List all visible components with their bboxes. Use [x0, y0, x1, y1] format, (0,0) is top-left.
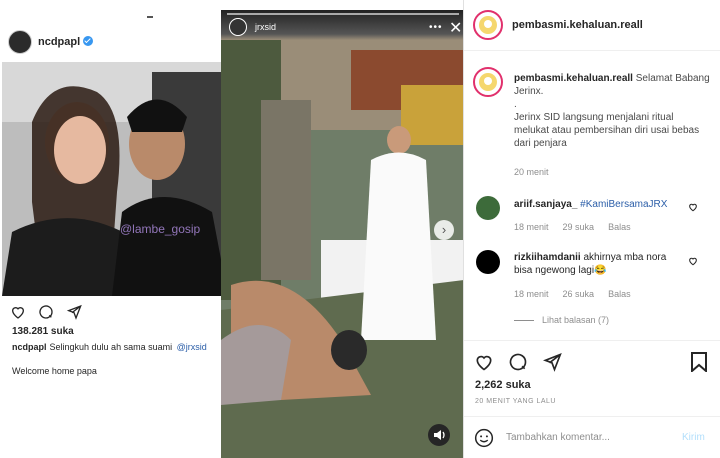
view-replies-label: Lihat balasan (7)	[542, 315, 610, 325]
post-caption: ncdpapl Selingkuh dulu ah sama suami @jrx…	[12, 342, 207, 352]
caption-time: 20 menit	[514, 167, 549, 177]
embedded-post: ncdpapl @lambe_gosip 138.281 suka ncdpap…	[2, 22, 228, 458]
speaker-icon	[434, 430, 445, 440]
panel-divider	[463, 0, 464, 458]
comment-meta: 18 menit 29 suka Balas	[514, 222, 631, 232]
caption-username[interactable]: ncdpapl	[12, 342, 47, 352]
post-comment-button[interactable]: Kirim	[682, 432, 705, 443]
comment-likes[interactable]: 26 suka	[563, 289, 595, 299]
input-divider	[464, 416, 720, 417]
comment-username[interactable]: rizkiihamdanii	[514, 252, 581, 263]
avatar-logo	[479, 73, 497, 91]
comment-username[interactable]: ariif.sanjaya_	[514, 199, 577, 210]
volume-button[interactable]	[428, 424, 450, 446]
replies-line	[514, 319, 534, 321]
more-icon[interactable]: •••	[429, 22, 443, 33]
comment-time: 18 menit	[514, 289, 549, 299]
next-button[interactable]: ›	[434, 220, 454, 240]
heart-icon[interactable]	[474, 352, 494, 372]
caption-body: Jerinx SID langsung menjalani ritual mel…	[514, 112, 700, 149]
avatar[interactable]	[476, 196, 500, 220]
avatar[interactable]	[8, 30, 32, 54]
heart-icon[interactable]	[10, 304, 26, 320]
actions-divider	[464, 340, 720, 341]
avatar[interactable]	[473, 67, 503, 97]
story-username[interactable]: jrxsid	[255, 22, 276, 32]
view-replies-button[interactable]: Lihat balasan (7)	[514, 315, 609, 325]
comment-icon[interactable]	[38, 304, 54, 320]
comment-input[interactable]: Tambahkan komentar...	[506, 432, 610, 443]
comment-text: rizkiihamdanii akhirnya mba nora bisa ng…	[514, 251, 684, 277]
caption-dot: .	[514, 99, 517, 110]
watermark: @lambe_gosip	[120, 222, 201, 236]
comment-hashtag[interactable]: #KamiBersamaJRX	[580, 199, 667, 210]
comment-text: Welcome home papa	[12, 366, 97, 376]
post-username[interactable]: ncdpapl	[38, 36, 94, 48]
caption-mention[interactable]: @jrxsid	[177, 342, 207, 352]
top-mark	[147, 16, 153, 18]
share-icon[interactable]	[66, 304, 82, 320]
reply-button[interactable]: Balas	[608, 222, 631, 232]
comment-text: ariif.sanjaya_ #KamiBersamaJRX	[514, 198, 684, 211]
couple-photo-illustration	[2, 62, 228, 296]
emoji-icon[interactable]	[474, 428, 494, 448]
comment-time: 18 menit	[514, 222, 549, 232]
header-divider	[464, 50, 720, 51]
post-actions	[10, 304, 82, 320]
like-count[interactable]: 138.281 suka	[12, 326, 74, 337]
temple-ritual-illustration	[221, 10, 464, 458]
heart-icon[interactable]	[688, 256, 698, 266]
caption: pembasmi.kehaluan.reall Selamat Babang J…	[514, 72, 710, 150]
post-photo: @lambe_gosip	[2, 62, 228, 296]
story-video[interactable]: jrxsid ••• ✕ ›	[221, 10, 464, 458]
reply-button[interactable]: Balas	[608, 289, 631, 299]
caption-username[interactable]: pembasmi.kehaluan.reall	[514, 73, 633, 84]
caption-text: Selingkuh dulu ah sama suami	[49, 342, 173, 352]
post-actions	[474, 352, 562, 372]
comment-icon[interactable]	[508, 352, 528, 372]
verified-icon	[83, 36, 94, 46]
post-time: 20 MENIT YANG LALU	[475, 398, 556, 405]
avatar[interactable]	[476, 250, 500, 274]
avatar[interactable]	[229, 18, 247, 36]
header-username[interactable]: pembasmi.kehaluan.reall	[512, 19, 643, 31]
bookmark-icon[interactable]	[690, 352, 708, 372]
avatar-logo	[479, 16, 497, 34]
comment-meta: 18 menit 26 suka Balas	[514, 289, 631, 299]
share-icon[interactable]	[542, 352, 562, 372]
comment-likes[interactable]: 29 suka	[563, 222, 595, 232]
story-progress	[227, 13, 459, 15]
close-icon[interactable]: ✕	[449, 18, 462, 38]
avatar[interactable]	[473, 10, 503, 40]
like-count[interactable]: 2,262 suka	[475, 379, 531, 391]
heart-icon[interactable]	[688, 202, 698, 212]
